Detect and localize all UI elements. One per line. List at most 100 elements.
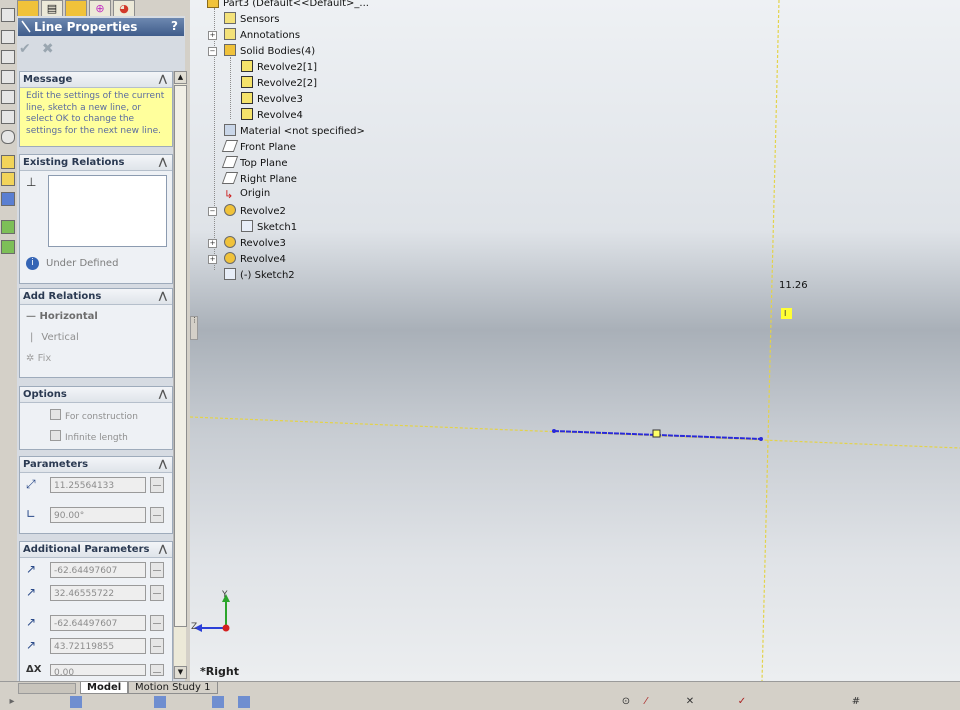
circle-tool-icon[interactable]: ⊙ bbox=[620, 696, 632, 708]
tree-item-revolve2[interactable]: Revolve2 bbox=[224, 204, 286, 217]
view-icon[interactable] bbox=[1, 90, 15, 104]
scroll-up-button[interactable]: ▲ bbox=[174, 71, 187, 84]
tree-item-revolve3[interactable]: Revolve3 bbox=[224, 236, 286, 249]
expand-annotations[interactable]: + bbox=[208, 31, 217, 40]
tree-item-material[interactable]: Material <not specified> bbox=[224, 124, 365, 137]
collapse-icon[interactable]: ⋀ bbox=[159, 155, 167, 170]
display-manager-tab[interactable]: ◕ bbox=[113, 0, 135, 17]
tree-part-root[interactable]: Part3 (Default<<Default>_... bbox=[207, 0, 369, 9]
tree-item-top-plane[interactable]: Top Plane bbox=[221, 156, 287, 169]
filter-icon[interactable] bbox=[212, 696, 224, 708]
end-x-spinner[interactable] bbox=[150, 615, 164, 631]
end-x-field[interactable]: -62.64497607 bbox=[50, 615, 146, 631]
view-icon[interactable] bbox=[1, 30, 15, 44]
delta-x-field[interactable]: 0.00 bbox=[50, 664, 146, 678]
angle-field[interactable]: 90.00° bbox=[50, 507, 146, 523]
start-y-spinner[interactable] bbox=[150, 585, 164, 601]
filter-icon[interactable] bbox=[238, 696, 250, 708]
view-icon[interactable] bbox=[1, 8, 15, 22]
tree-item-sketch2[interactable]: (-) Sketch2 bbox=[224, 268, 295, 281]
midpoint-marker[interactable] bbox=[652, 429, 661, 438]
additional-parameters-header[interactable]: Additional Parameters ⋀ bbox=[20, 542, 172, 558]
tree-item-origin[interactable]: ↳ Origin bbox=[224, 188, 270, 201]
tree-item-revolve4[interactable]: Revolve4 bbox=[224, 252, 286, 265]
line-start-point[interactable] bbox=[552, 429, 556, 433]
filter-icon[interactable] bbox=[154, 696, 166, 708]
grid-tool-icon[interactable]: # bbox=[850, 696, 862, 708]
tree-item-sketch1[interactable]: Sketch1 bbox=[241, 220, 297, 233]
collapse-icon[interactable]: ⋀ bbox=[159, 72, 167, 87]
tree-item-body[interactable]: Revolve2[1] bbox=[241, 60, 317, 73]
message-header[interactable]: Message ⋀ bbox=[20, 72, 172, 88]
infinite-length-option[interactable]: Infinite length bbox=[50, 430, 128, 443]
configuration-manager-tab[interactable] bbox=[65, 0, 87, 17]
start-x-spinner[interactable] bbox=[150, 562, 164, 578]
expand-revolve3[interactable]: + bbox=[208, 239, 217, 248]
start-x-field[interactable]: -62.64497607 bbox=[50, 562, 146, 578]
pm-scrollbar[interactable]: ▲ ▼ bbox=[173, 71, 187, 679]
view-icon[interactable] bbox=[1, 50, 15, 64]
tree-item-solid-bodies[interactable]: Solid Bodies(4) bbox=[224, 44, 315, 57]
dimxpert-tab[interactable]: ⊕ bbox=[89, 0, 111, 17]
collapse-icon[interactable]: ⋀ bbox=[159, 542, 167, 557]
expand-revolve4[interactable]: + bbox=[208, 255, 217, 264]
add-relations-header[interactable]: Add Relations ⋀ bbox=[20, 289, 172, 305]
tree-item-right-plane[interactable]: Right Plane bbox=[221, 172, 297, 185]
tab-scroll-buttons[interactable] bbox=[18, 683, 76, 694]
dimension-label[interactable]: 11.26 bbox=[779, 280, 808, 291]
infinite-length-checkbox[interactable] bbox=[50, 430, 61, 441]
collapse-icon[interactable]: ⋀ bbox=[159, 289, 167, 304]
scroll-thumb[interactable] bbox=[174, 85, 187, 627]
start-y-field[interactable]: 32.46555722 bbox=[50, 585, 146, 601]
cancel-button[interactable]: ✖ bbox=[42, 41, 54, 57]
ok-button[interactable]: ✔ bbox=[19, 41, 31, 57]
options-header[interactable]: Options ⋀ bbox=[20, 387, 172, 403]
collapse-solid-bodies[interactable]: − bbox=[208, 47, 217, 56]
collapse-icon[interactable]: ⋀ bbox=[159, 457, 167, 472]
tree-item-sensors[interactable]: Sensors bbox=[224, 12, 280, 25]
angle-spinner[interactable] bbox=[150, 507, 164, 523]
relation-fix[interactable]: ✲ Fix bbox=[26, 353, 51, 364]
sketch-tool-icon[interactable] bbox=[1, 172, 15, 186]
select-icon[interactable]: ▸ bbox=[6, 696, 18, 708]
for-construction-checkbox[interactable] bbox=[50, 409, 61, 420]
relation-vertical[interactable]: | Vertical bbox=[26, 332, 79, 343]
property-manager-tab[interactable]: ▤ bbox=[41, 0, 63, 17]
tree-item-body[interactable]: Revolve2[2] bbox=[241, 76, 317, 89]
relations-list[interactable] bbox=[48, 175, 167, 247]
collapse-revolve2[interactable]: − bbox=[208, 207, 217, 216]
trim-tool-icon[interactable]: ✕ bbox=[684, 696, 696, 708]
view-icon[interactable] bbox=[1, 110, 15, 124]
panel-collapse-handle[interactable]: ⋮ bbox=[190, 316, 198, 340]
existing-relations-header[interactable]: Existing Relations ⋀ bbox=[20, 155, 172, 171]
for-construction-option[interactable]: For construction bbox=[50, 409, 138, 422]
collapse-icon[interactable]: ⋀ bbox=[159, 387, 167, 402]
tree-item-body[interactable]: Revolve4 bbox=[241, 108, 303, 121]
view-icon[interactable] bbox=[1, 130, 15, 144]
sketch-tool-icon[interactable] bbox=[1, 240, 15, 254]
tree-item-body[interactable]: Revolve3 bbox=[241, 92, 303, 105]
delta-x-spinner[interactable] bbox=[150, 664, 164, 676]
relation-badge[interactable] bbox=[781, 308, 792, 319]
length-spinner[interactable] bbox=[150, 477, 164, 493]
sketch-tool-icon[interactable] bbox=[1, 220, 15, 234]
length-field[interactable]: 11.25564133 bbox=[50, 477, 146, 493]
end-y-spinner[interactable] bbox=[150, 638, 164, 654]
tree-item-annotations[interactable]: Annotations bbox=[224, 28, 300, 41]
sketch-tool-icon[interactable] bbox=[1, 155, 15, 169]
scroll-down-button[interactable]: ▼ bbox=[174, 666, 187, 679]
relation-horizontal[interactable]: — Horizontal bbox=[26, 311, 98, 322]
sketch-tool-icon[interactable]: ✓ bbox=[736, 696, 748, 708]
help-button[interactable]: ? bbox=[171, 19, 178, 33]
tab-model[interactable]: Model bbox=[80, 682, 129, 694]
tree-item-front-plane[interactable]: Front Plane bbox=[221, 140, 296, 153]
filter-icon[interactable] bbox=[70, 696, 82, 708]
parameters-header[interactable]: Parameters ⋀ bbox=[20, 457, 172, 473]
view-icon[interactable] bbox=[1, 70, 15, 84]
end-y-field[interactable]: 43.72119855 bbox=[50, 638, 146, 654]
feature-manager-tab[interactable] bbox=[17, 0, 39, 17]
sketch-tool-icon[interactable] bbox=[1, 192, 15, 206]
line-end-point[interactable] bbox=[759, 437, 763, 441]
tab-motion-study[interactable]: Motion Study 1 bbox=[128, 682, 218, 694]
line-tool-icon[interactable]: ⁄ bbox=[640, 696, 652, 708]
